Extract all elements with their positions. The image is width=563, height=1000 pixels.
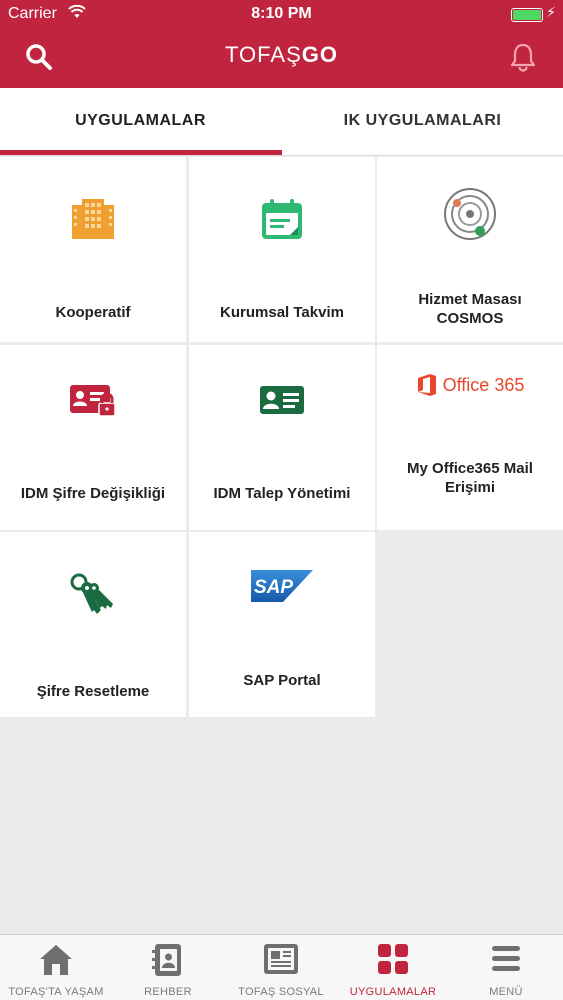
app-tile-sifre-resetleme[interactable]: Şifre Resetleme [0,532,186,717]
newspaper-icon [225,943,337,975]
tab-uygulamalar[interactable]: UYGULAMALAR [0,88,281,156]
building-icon [0,197,186,241]
app-label-line2: COSMOS [436,310,504,327]
logo-text-tofas: TOFAŞ [225,42,302,67]
nav-label: TOFAŞ SOSYAL [238,986,324,998]
sap-logo-text: SAP [254,577,293,598]
app-tile-idm-talep-yonetimi[interactable]: IDM Talep Yönetimi [189,345,375,530]
clock: 8:10 PM [251,5,312,22]
app-tile-kooperatif[interactable]: Kooperatif [0,157,186,342]
app-label: IDM Şifre Değişikliği [20,485,166,502]
nav-item-menu[interactable]: MENÜ [450,935,562,1000]
home-icon [0,943,112,977]
nav-label: REHBER [144,986,192,998]
app-label: My Office365 Mail Erişimi [377,459,563,497]
nav-label: UYGULAMALAR [349,986,437,998]
status-bar: Carrier 8:10 PM ⚡ [0,0,563,30]
app-tile-hizmet-masasi-cosmos[interactable]: Hizmet Masası COSMOS [377,157,563,342]
app-label: SAP Portal [243,672,321,689]
app-header: Carrier 8:10 PM ⚡ TOFAŞGO [0,0,563,88]
app-label: Şifre Resetleme [36,683,150,700]
nav-label: TOFAŞ'TA YAŞAM [8,986,104,998]
bell-icon [510,43,536,72]
keys-icon [0,570,186,622]
nav-item-uygulamalar[interactable]: UYGULAMALAR [337,935,449,1000]
app-logo: TOFAŞGO [0,42,563,68]
app-tile-idm-sifre-degisikligi[interactable]: IDM Şifre Değişikliği [0,345,186,530]
nav-item-tofasta-yasam[interactable]: TOFAŞ'TA YAŞAM [0,935,112,1000]
nav-label: MENÜ [489,986,523,998]
active-tab-indicator [0,150,282,155]
sap-logo-icon: SAP [189,570,375,602]
cosmos-orbit-icon [377,185,563,243]
app-label: Kooperatif [55,304,131,321]
app-label: Kurumsal Takvim [220,304,344,321]
app-label-line1: Hizmet Masası [418,291,522,308]
logo-text-go: GO [301,42,338,67]
tab-bar: UYGULAMALAR IK UYGULAMALARI [0,88,563,156]
office-logo-icon [417,374,436,396]
app-label: IDM Talep Yönetimi [213,485,351,502]
battery-icon [511,8,543,22]
bottom-navigation: TOFAŞ'TA YAŞAM REHBER TOFAŞ SOSYAL UYGUL… [0,934,563,1000]
charging-icon: ⚡ [546,4,556,20]
apps-grid-icon [337,943,449,975]
calendar-icon [189,197,375,243]
app-tile-kurumsal-takvim[interactable]: Kurumsal Takvim [189,157,375,342]
nav-item-rehber[interactable]: REHBER [112,935,224,1000]
contacts-book-icon [112,943,224,977]
tab-ik-uygulamalari[interactable]: IK UYGULAMALARI [282,88,563,156]
id-card-icon [189,385,375,415]
app-tile-sap-portal[interactable]: SAP SAP Portal [189,532,375,717]
app-label-line1: My Office365 Mail [407,460,533,477]
app-label: Hizmet Masası COSMOS [377,290,563,328]
office365-logo-text: Office 365 [442,374,525,395]
notifications-button[interactable] [509,42,537,72]
hamburger-menu-icon [450,943,562,973]
office365-icon: Office 365 [377,373,563,397]
app-tile-office365-mail[interactable]: Office 365 My Office365 Mail Erişimi [377,345,563,530]
app-label-line2: Erişimi [444,479,496,496]
id-card-lock-icon [0,383,186,419]
nav-item-tofas-sosyal[interactable]: TOFAŞ SOSYAL [225,935,337,1000]
